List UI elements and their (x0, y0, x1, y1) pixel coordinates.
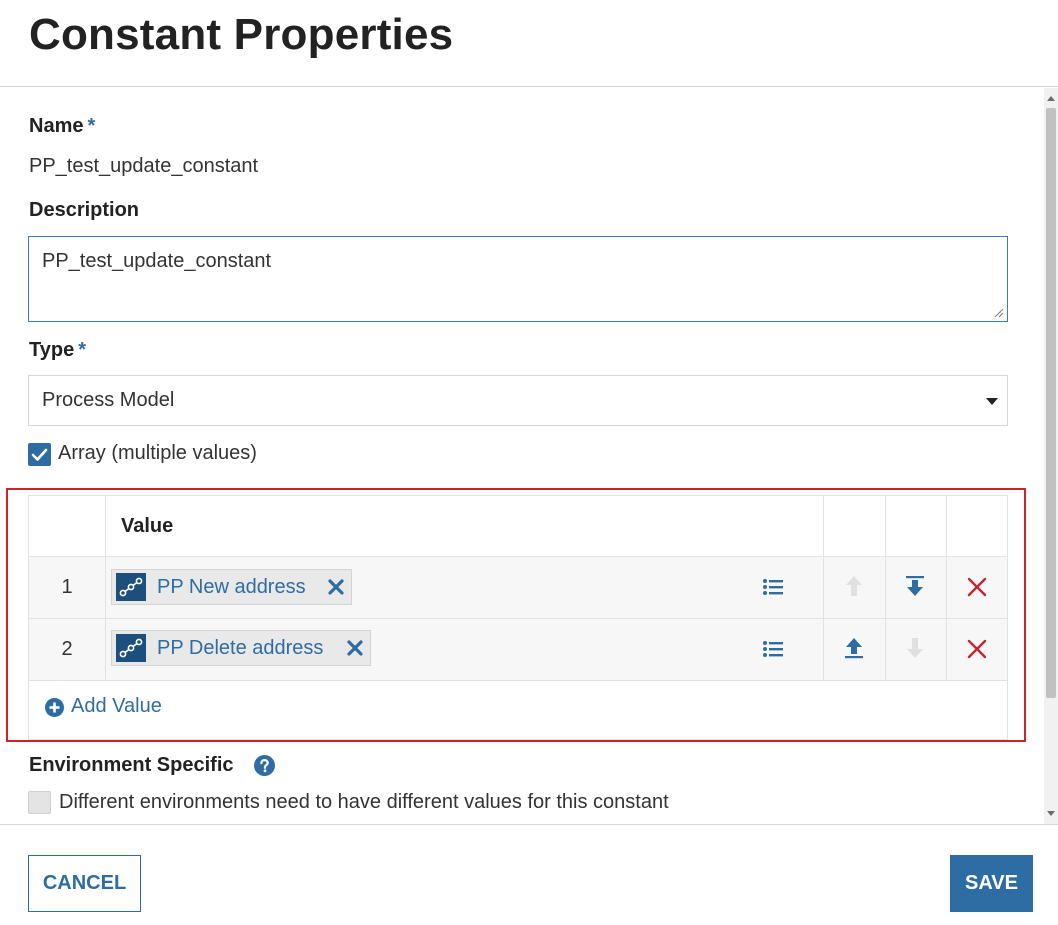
process-model-icon (116, 634, 146, 662)
type-selected-value: Process Model (42, 389, 175, 411)
dialog-body: Name * PP_test_update_constant Descriptio… (0, 88, 1058, 824)
column-divider (105, 496, 106, 680)
delete-row-icon[interactable] (966, 576, 988, 598)
row-divider (29, 618, 1007, 619)
description-label: Description (29, 199, 140, 221)
description-text: PP_test_update_constant (42, 250, 272, 272)
remove-chip-icon[interactable] (327, 578, 345, 596)
scroll-up-arrow-icon[interactable] (1047, 96, 1055, 101)
dialog-footer: CANCEL SAVE (0, 824, 1058, 925)
help-icon[interactable] (254, 755, 275, 776)
resize-grip-icon[interactable] (994, 308, 1004, 318)
dialog-header: Constant Properties (0, 0, 1058, 87)
values-grid: Value 1 PP New address 2 PP Delete addre… (28, 495, 1008, 740)
move-down-icon[interactable] (904, 575, 926, 597)
save-button[interactable]: SAVE (950, 855, 1033, 912)
environment-specific-checkbox[interactable] (28, 791, 51, 814)
caret-down-icon (986, 398, 998, 405)
column-divider (946, 496, 947, 680)
array-checkbox[interactable] (28, 443, 51, 466)
environment-specific-label: Environment Specific (29, 754, 234, 776)
type-label-text: Type (29, 339, 75, 361)
vertical-scrollbar[interactable] (1044, 88, 1058, 824)
scroll-thumb[interactable] (1046, 108, 1056, 698)
column-divider (823, 496, 824, 680)
type-select[interactable]: Process Model (28, 375, 1008, 426)
row-index: 1 (61, 576, 73, 598)
move-up-icon[interactable] (843, 637, 865, 659)
checkmark-icon (31, 448, 48, 461)
array-checkbox-label: Array (multiple values) (58, 442, 257, 464)
type-label: Type * (29, 339, 86, 362)
required-marker: * (87, 115, 96, 137)
required-marker: * (78, 339, 86, 361)
column-divider (885, 496, 886, 680)
value-chip[interactable]: PP New address (111, 569, 352, 605)
move-up-icon[interactable] (843, 575, 865, 597)
add-value-label: Add Value (71, 695, 162, 717)
value-chip-label: PP New address (157, 576, 306, 598)
list-icon[interactable] (762, 638, 784, 660)
delete-row-icon[interactable] (966, 638, 988, 660)
row-divider (29, 556, 1007, 557)
plus-circle-icon (45, 698, 64, 717)
description-textarea[interactable]: PP_test_update_constant (28, 236, 1008, 322)
cancel-button[interactable]: CANCEL (28, 855, 141, 912)
remove-chip-icon[interactable] (346, 639, 364, 657)
row-divider (29, 680, 1007, 681)
name-label-text: Name (29, 115, 84, 137)
environment-specific-checkbox-label: Different environments need to have diff… (59, 791, 669, 813)
process-model-icon (116, 573, 146, 601)
value-chip-label: PP Delete address (157, 637, 324, 659)
move-down-icon[interactable] (904, 637, 926, 659)
scroll-down-arrow-icon[interactable] (1047, 811, 1055, 816)
name-label: Name * (29, 115, 95, 138)
dialog-title: Constant Properties (29, 10, 454, 59)
row-index: 2 (61, 638, 73, 660)
list-icon[interactable] (762, 576, 784, 598)
value-column-header: Value (121, 515, 174, 537)
value-chip[interactable]: PP Delete address (111, 630, 371, 666)
name-value: PP_test_update_constant (29, 155, 259, 177)
